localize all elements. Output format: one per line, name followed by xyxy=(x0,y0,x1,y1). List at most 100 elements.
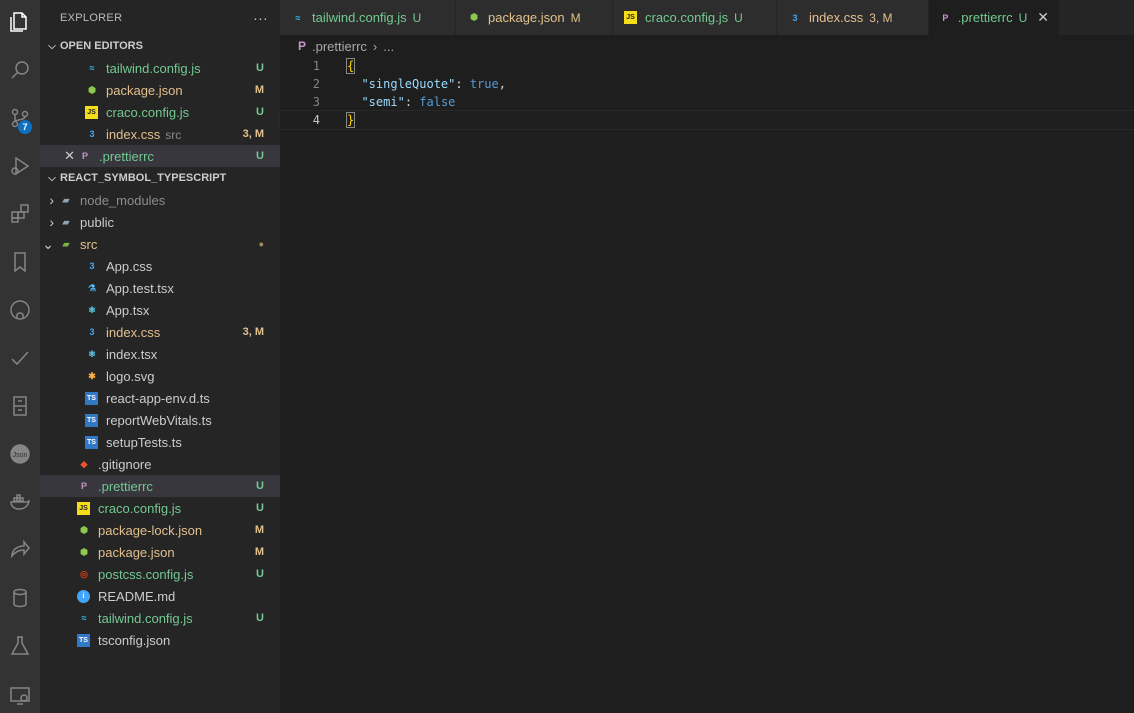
open-editor-item[interactable]: JS craco.config.js U xyxy=(40,101,280,123)
file-item[interactable]: P .prettierrc U xyxy=(40,475,280,497)
file-item[interactable]: JS craco.config.js U xyxy=(40,497,280,519)
more-actions-icon[interactable]: ··· xyxy=(253,10,268,26)
database-icon[interactable] xyxy=(0,580,40,616)
breadcrumb: P .prettierrc › ... xyxy=(280,35,1134,57)
close-icon[interactable]: ✕ xyxy=(40,148,77,164)
file-item[interactable]: ◆ .gitignore xyxy=(40,453,280,475)
git-icon: ◆ xyxy=(80,458,88,469)
open-editor-item[interactable]: 3 index.css src 3, M xyxy=(40,123,280,145)
open-editor-item[interactable]: ✕ P .prettierrc U xyxy=(40,145,280,167)
folder-icon: ▰ xyxy=(62,216,70,227)
tab-prettierrc[interactable]: P .prettierrc U ✕ xyxy=(929,0,1060,35)
open-editor-label: .prettierrc xyxy=(99,149,234,164)
code-text: } xyxy=(345,112,356,128)
code-text: "semi": false xyxy=(361,95,456,109)
open-editor-item[interactable]: ⬢ package.json M xyxy=(40,79,280,101)
open-editor-label: package.json xyxy=(106,83,234,98)
breadcrumb-separator: › xyxy=(372,38,378,54)
breadcrumb-rest[interactable]: ... xyxy=(383,39,394,54)
code-text: { xyxy=(345,58,356,74)
folder-item[interactable]: › ▰ public xyxy=(40,211,280,233)
project-label: REACT_SYMBOL_TYPESCRIPT xyxy=(60,172,227,184)
explorer-title: EXPLORER xyxy=(60,11,123,24)
file-folder-hint: src xyxy=(165,127,182,142)
git-status-badge: U xyxy=(256,106,264,118)
js-icon: JS xyxy=(77,501,90,515)
css-icon: 3 xyxy=(792,12,798,23)
file-item[interactable]: ⬢ package-lock.json M xyxy=(40,519,280,541)
file-item[interactable]: TS reportWebVitals.ts xyxy=(40,409,280,431)
file-name: package.json xyxy=(98,544,175,560)
file-item[interactable]: 3 index.css 3, M xyxy=(40,321,280,343)
tab-package-json[interactable]: ⬢ package.json M xyxy=(456,0,613,35)
tab-label: index.css xyxy=(809,10,864,25)
git-status-badge: U xyxy=(256,62,264,74)
css-icon: 3 xyxy=(89,129,95,139)
tab-craco-config-js[interactable]: JS craco.config.js U xyxy=(613,0,777,35)
git-status-badge: M xyxy=(254,84,264,96)
file-item[interactable]: i README.md xyxy=(40,585,280,607)
explorer-icon[interactable] xyxy=(0,4,40,40)
file-item[interactable]: TS tsconfig.json xyxy=(40,629,280,651)
folder-item[interactable]: ⌄ ▰ src ● xyxy=(40,233,280,255)
react-icon: ⚛ xyxy=(87,348,97,359)
line-number: 1 xyxy=(312,59,320,73)
run-debug-icon[interactable] xyxy=(0,148,40,184)
file-name: .gitignore xyxy=(98,456,152,472)
git-status-badge: U xyxy=(256,612,264,624)
file-name: tailwind.config.js xyxy=(98,610,193,626)
bookmarks-icon[interactable] xyxy=(0,244,40,280)
remote-window-icon[interactable] xyxy=(0,677,40,713)
file-item[interactable]: ⚗ App.test.tsx xyxy=(40,277,280,299)
tab-label: craco.config.js xyxy=(645,10,729,25)
extensions-icon[interactable] xyxy=(0,196,40,232)
file-item[interactable]: 3 App.css xyxy=(40,255,280,277)
file-item[interactable]: TS setupTests.ts xyxy=(40,431,280,453)
file-item[interactable]: ⚛ index.tsx xyxy=(40,343,280,365)
file-item[interactable]: ≈ tailwind.config.js U xyxy=(40,607,280,629)
prettier-icon: P xyxy=(942,12,949,23)
close-tab-icon[interactable]: ✕ xyxy=(1037,9,1049,26)
code-line: 4} xyxy=(279,110,1134,130)
project-header[interactable]: ⌵ REACT_SYMBOL_TYPESCRIPT xyxy=(40,167,280,189)
json-icon[interactable]: Json xyxy=(0,436,40,472)
tab-status: U xyxy=(1018,10,1028,25)
source-control-icon[interactable]: 7 xyxy=(0,100,40,136)
docker-icon[interactable] xyxy=(0,484,40,520)
remote-explorer-icon[interactable] xyxy=(0,388,40,424)
testing-icon[interactable] xyxy=(0,628,40,664)
breadcrumb-file[interactable]: .prettierrc xyxy=(312,39,367,54)
todo-check-icon[interactable] xyxy=(0,340,40,376)
file-item[interactable]: ✱ logo.svg xyxy=(40,365,280,387)
explorer-header: EXPLORER ··· xyxy=(40,0,280,35)
file-item[interactable]: ⚛ App.tsx xyxy=(40,299,280,321)
open-editors-header[interactable]: ⌵ OPEN EDITORS xyxy=(40,35,280,57)
prettier-icon: P xyxy=(81,151,88,161)
tab-label: tailwind.config.js xyxy=(312,10,407,25)
code-editor[interactable]: 1{2 "singleQuote": true, 3 "semi": false 4… xyxy=(279,57,1134,713)
git-status-badge: U xyxy=(256,568,264,580)
ts-icon: TS xyxy=(85,391,98,405)
file-item[interactable]: ⬢ package.json M xyxy=(40,541,280,563)
tab-index-css[interactable]: 3 index.css 3, M xyxy=(777,0,929,35)
line-number: 4 xyxy=(312,113,320,127)
search-icon[interactable] xyxy=(0,52,40,88)
prettier-icon: P xyxy=(298,39,307,53)
react-icon: ⚛ xyxy=(87,304,97,315)
git-status-badge: M xyxy=(254,524,264,536)
svg-text:Json: Json xyxy=(13,452,28,459)
file-name: index.tsx xyxy=(106,346,158,362)
folder-item[interactable]: › ▰ node_modules xyxy=(40,189,280,211)
tailwind-icon: ≈ xyxy=(89,63,95,73)
github-icon[interactable] xyxy=(0,292,40,328)
open-editor-item[interactable]: ≈ tailwind.config.js U xyxy=(40,57,280,79)
git-status-badge: 3, M xyxy=(242,326,264,338)
ts-icon: TS xyxy=(85,435,98,449)
tab-label: package.json xyxy=(488,10,565,25)
file-item[interactable]: ◎ postcss.config.js U xyxy=(40,563,280,585)
tab-tailwind-config-js[interactable]: ≈ tailwind.config.js U xyxy=(280,0,456,35)
tsconfig-icon: TS xyxy=(77,633,90,647)
live-share-icon[interactable] xyxy=(0,532,40,568)
file-item[interactable]: TS react-app-env.d.ts xyxy=(40,387,280,409)
file-name: tsconfig.json xyxy=(98,632,171,648)
